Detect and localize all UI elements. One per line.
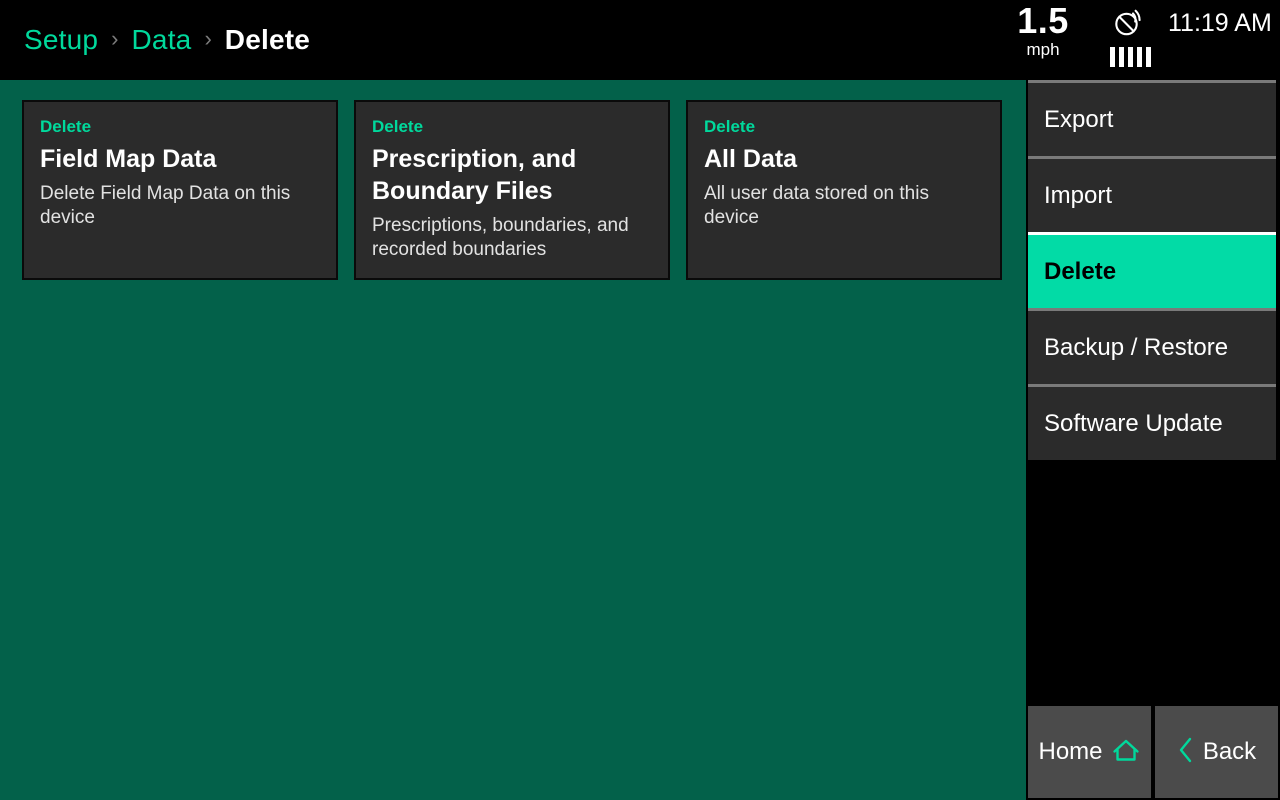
back-button-label: Back (1202, 738, 1257, 765)
speed-unit: mph (1026, 40, 1060, 59)
sidebar-item-label: Import (1044, 181, 1113, 209)
sidebar-item-label: Backup / Restore (1044, 333, 1229, 361)
card-description: All user data stored on this device (704, 183, 929, 228)
satellite-dish-icon (1113, 8, 1147, 43)
sidebar-item-backup-restore[interactable]: Backup / Restore (1028, 308, 1276, 384)
clock: 11:19 AM (1168, 9, 1272, 37)
delete-options-list: Delete Field Map Data Delete Field Map D… (22, 100, 1002, 280)
speed-value: 1.5 (1017, 0, 1069, 41)
home-icon (1111, 737, 1141, 768)
bottom-navigation: Home Back (1028, 706, 1278, 798)
sidebar-item-software-update[interactable]: Software Update (1028, 384, 1276, 460)
card-description: Delete Field Map Data on this device (40, 183, 291, 228)
card-label: Delete (372, 117, 424, 136)
status-cluster: 1.5 mph 11:19 AM (1000, 0, 1280, 80)
sidebar-item-label: Software Update (1044, 409, 1223, 437)
card-title: All Data (704, 145, 798, 173)
signal-bar (1109, 47, 1115, 67)
signal-bar (1136, 47, 1142, 67)
gps-signal-bars (1109, 47, 1151, 67)
breadcrumb-item-delete: Delete (224, 24, 311, 55)
sidebar-item-import[interactable]: Import (1028, 156, 1276, 232)
card-title: Prescription, and Boundary Files (372, 145, 577, 205)
app-root: Setup › Data › Delete 1.5 mph 11:19 AM D… (0, 0, 1280, 800)
chevron-left-icon (1177, 736, 1195, 769)
delete-card-all-data[interactable]: Delete All Data All user data stored on … (686, 100, 1002, 280)
signal-bar (1118, 47, 1124, 67)
breadcrumb-item-data[interactable]: Data (132, 26, 192, 54)
sidebar-item-delete[interactable]: Delete (1028, 232, 1276, 308)
card-title: Field Map Data (40, 145, 217, 173)
main-content: Delete Field Map Data Delete Field Map D… (0, 80, 1026, 800)
card-label: Delete (40, 117, 92, 136)
sidebar-menu: Export Import Delete Backup / Restore So… (1028, 80, 1276, 460)
sidebar-item-label: Export (1044, 105, 1114, 133)
signal-bar (1145, 47, 1151, 67)
gps-status (1100, 8, 1160, 67)
card-description: Prescriptions, boundaries, and recorded … (372, 215, 629, 260)
breadcrumb-separator-icon: › (204, 26, 212, 51)
breadcrumb: Setup › Data › Delete (24, 0, 310, 80)
home-button[interactable]: Home (1028, 706, 1151, 798)
speed-indicator: 1.5 mph (1008, 3, 1078, 59)
sidebar: Export Import Delete Backup / Restore So… (1026, 80, 1280, 800)
signal-bar (1127, 47, 1133, 67)
sidebar-item-label: Delete (1044, 257, 1117, 285)
top-bar: Setup › Data › Delete 1.5 mph 11:19 AM (0, 0, 1280, 80)
breadcrumb-item-setup[interactable]: Setup (24, 26, 98, 54)
delete-card-field-map-data[interactable]: Delete Field Map Data Delete Field Map D… (22, 100, 338, 280)
back-button[interactable]: Back (1155, 706, 1278, 798)
delete-card-prescription-boundary-files[interactable]: Delete Prescription, and Boundary Files … (354, 100, 670, 280)
card-label: Delete (704, 117, 756, 136)
breadcrumb-separator-icon: › (111, 26, 119, 51)
sidebar-item-export[interactable]: Export (1028, 80, 1276, 156)
home-button-label: Home (1038, 738, 1103, 765)
